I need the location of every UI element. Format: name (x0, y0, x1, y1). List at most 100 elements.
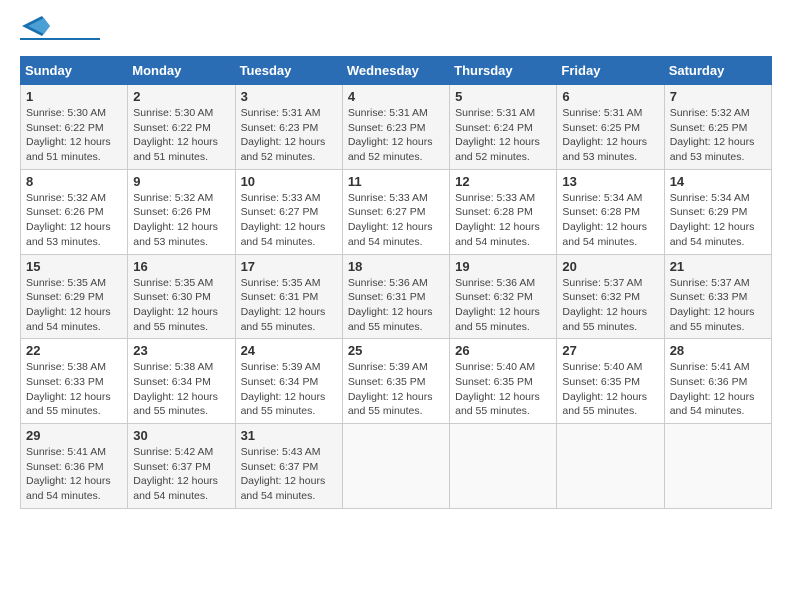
empty-day (557, 424, 664, 509)
day-number: 2 (133, 89, 229, 104)
calendar-week-1: 1Sunrise: 5:30 AM Sunset: 6:22 PM Daylig… (21, 85, 772, 170)
day-number: 7 (670, 89, 766, 104)
calendar-day-31: 31 Sunrise: 5:43 AM Sunset: 6:37 PM Dayli… (235, 424, 342, 509)
calendar-day-24: 24 Sunrise: 5:39 AM Sunset: 6:34 PM Dayli… (235, 339, 342, 424)
day-number: 8 (26, 174, 122, 189)
empty-day (342, 424, 449, 509)
calendar-day-28: 28Sunrise: 5:41 AM Sunset: 6:36 PM Dayli… (664, 339, 771, 424)
day-number: 20 (562, 259, 658, 274)
day-number: 17 (241, 259, 337, 274)
calendar-day-12: 12 Sunrise: 5:33 AM Sunset: 6:28 PM Dayli… (450, 169, 557, 254)
calendar-day-5: 5Sunrise: 5:31 AM Sunset: 6:24 PM Daylig… (450, 85, 557, 170)
logo (20, 20, 100, 40)
day-info: Sunrise: 5:34 AM Sunset: 6:29 PM Dayligh… (670, 191, 766, 250)
day-info: Sunrise: 5:31 AM Sunset: 6:23 PM Dayligh… (241, 106, 337, 165)
calendar-day-27: 27 Sunrise: 5:40 AM Sunset: 6:35 PM Dayli… (557, 339, 664, 424)
day-number: 9 (133, 174, 229, 189)
calendar-week-2: 8 Sunrise: 5:32 AM Sunset: 6:26 PM Daylig… (21, 169, 772, 254)
day-info: Sunrise: 5:36 AM Sunset: 6:31 PM Dayligh… (348, 276, 444, 335)
header-thursday: Thursday (450, 57, 557, 85)
day-info: Sunrise: 5:35 AM Sunset: 6:29 PM Dayligh… (26, 276, 122, 335)
day-number: 22 (26, 343, 122, 358)
day-info: Sunrise: 5:31 AM Sunset: 6:25 PM Dayligh… (562, 106, 658, 165)
day-info: Sunrise: 5:33 AM Sunset: 6:28 PM Dayligh… (455, 191, 551, 250)
day-info: Sunrise: 5:38 AM Sunset: 6:33 PM Dayligh… (26, 360, 122, 419)
day-info: Sunrise: 5:32 AM Sunset: 6:26 PM Dayligh… (26, 191, 122, 250)
calendar-day-15: 15Sunrise: 5:35 AM Sunset: 6:29 PM Dayli… (21, 254, 128, 339)
logo-icon (22, 16, 50, 36)
header-sunday: Sunday (21, 57, 128, 85)
calendar-header-row: SundayMondayTuesdayWednesdayThursdayFrid… (21, 57, 772, 85)
calendar-day-10: 10 Sunrise: 5:33 AM Sunset: 6:27 PM Dayli… (235, 169, 342, 254)
day-number: 16 (133, 259, 229, 274)
day-info: Sunrise: 5:31 AM Sunset: 6:23 PM Dayligh… (348, 106, 444, 165)
calendar-day-11: 11 Sunrise: 5:33 AM Sunset: 6:27 PM Dayli… (342, 169, 449, 254)
day-info: Sunrise: 5:37 AM Sunset: 6:32 PM Dayligh… (562, 276, 658, 335)
day-number: 3 (241, 89, 337, 104)
calendar-day-20: 20 Sunrise: 5:37 AM Sunset: 6:32 PM Dayli… (557, 254, 664, 339)
empty-day (450, 424, 557, 509)
header-saturday: Saturday (664, 57, 771, 85)
day-info: Sunrise: 5:39 AM Sunset: 6:35 PM Dayligh… (348, 360, 444, 419)
day-info: Sunrise: 5:33 AM Sunset: 6:27 PM Dayligh… (241, 191, 337, 250)
day-number: 4 (348, 89, 444, 104)
day-number: 21 (670, 259, 766, 274)
calendar-day-18: 18 Sunrise: 5:36 AM Sunset: 6:31 PM Dayli… (342, 254, 449, 339)
calendar-day-13: 13 Sunrise: 5:34 AM Sunset: 6:28 PM Dayli… (557, 169, 664, 254)
day-info: Sunrise: 5:36 AM Sunset: 6:32 PM Dayligh… (455, 276, 551, 335)
day-number: 23 (133, 343, 229, 358)
calendar-day-17: 17 Sunrise: 5:35 AM Sunset: 6:31 PM Dayli… (235, 254, 342, 339)
day-info: Sunrise: 5:43 AM Sunset: 6:37 PM Dayligh… (241, 445, 337, 504)
day-number: 31 (241, 428, 337, 443)
calendar-week-4: 22 Sunrise: 5:38 AM Sunset: 6:33 PM Dayli… (21, 339, 772, 424)
day-info: Sunrise: 5:42 AM Sunset: 6:37 PM Dayligh… (133, 445, 229, 504)
calendar-day-26: 26Sunrise: 5:40 AM Sunset: 6:35 PM Dayli… (450, 339, 557, 424)
day-number: 18 (348, 259, 444, 274)
header-tuesday: Tuesday (235, 57, 342, 85)
day-number: 29 (26, 428, 122, 443)
calendar-week-5: 29 Sunrise: 5:41 AM Sunset: 6:36 PM Dayli… (21, 424, 772, 509)
day-info: Sunrise: 5:32 AM Sunset: 6:26 PM Dayligh… (133, 191, 229, 250)
day-info: Sunrise: 5:30 AM Sunset: 6:22 PM Dayligh… (26, 106, 122, 165)
calendar-day-23: 23Sunrise: 5:38 AM Sunset: 6:34 PM Dayli… (128, 339, 235, 424)
calendar-day-14: 14 Sunrise: 5:34 AM Sunset: 6:29 PM Dayli… (664, 169, 771, 254)
calendar-day-7: 7 Sunrise: 5:32 AM Sunset: 6:25 PM Daylig… (664, 85, 771, 170)
day-info: Sunrise: 5:32 AM Sunset: 6:25 PM Dayligh… (670, 106, 766, 165)
day-number: 19 (455, 259, 551, 274)
calendar-day-22: 22 Sunrise: 5:38 AM Sunset: 6:33 PM Dayli… (21, 339, 128, 424)
calendar-day-8: 8 Sunrise: 5:32 AM Sunset: 6:26 PM Daylig… (21, 169, 128, 254)
header-friday: Friday (557, 57, 664, 85)
day-number: 6 (562, 89, 658, 104)
day-info: Sunrise: 5:33 AM Sunset: 6:27 PM Dayligh… (348, 191, 444, 250)
empty-day (664, 424, 771, 509)
calendar-day-9: 9 Sunrise: 5:32 AM Sunset: 6:26 PM Daylig… (128, 169, 235, 254)
day-info: Sunrise: 5:39 AM Sunset: 6:34 PM Dayligh… (241, 360, 337, 419)
day-number: 24 (241, 343, 337, 358)
day-info: Sunrise: 5:30 AM Sunset: 6:22 PM Dayligh… (133, 106, 229, 165)
day-info: Sunrise: 5:40 AM Sunset: 6:35 PM Dayligh… (562, 360, 658, 419)
header-wednesday: Wednesday (342, 57, 449, 85)
day-number: 10 (241, 174, 337, 189)
day-number: 14 (670, 174, 766, 189)
day-info: Sunrise: 5:31 AM Sunset: 6:24 PM Dayligh… (455, 106, 551, 165)
calendar-day-3: 3 Sunrise: 5:31 AM Sunset: 6:23 PM Daylig… (235, 85, 342, 170)
header-monday: Monday (128, 57, 235, 85)
calendar-table: SundayMondayTuesdayWednesdayThursdayFrid… (20, 56, 772, 509)
calendar-day-29: 29 Sunrise: 5:41 AM Sunset: 6:36 PM Dayli… (21, 424, 128, 509)
day-info: Sunrise: 5:40 AM Sunset: 6:35 PM Dayligh… (455, 360, 551, 419)
day-info: Sunrise: 5:34 AM Sunset: 6:28 PM Dayligh… (562, 191, 658, 250)
calendar-day-25: 25 Sunrise: 5:39 AM Sunset: 6:35 PM Dayli… (342, 339, 449, 424)
calendar-day-30: 30Sunrise: 5:42 AM Sunset: 6:37 PM Dayli… (128, 424, 235, 509)
day-number: 12 (455, 174, 551, 189)
calendar-day-21: 21Sunrise: 5:37 AM Sunset: 6:33 PM Dayli… (664, 254, 771, 339)
calendar-day-4: 4 Sunrise: 5:31 AM Sunset: 6:23 PM Daylig… (342, 85, 449, 170)
day-number: 25 (348, 343, 444, 358)
day-number: 27 (562, 343, 658, 358)
day-info: Sunrise: 5:41 AM Sunset: 6:36 PM Dayligh… (26, 445, 122, 504)
calendar-day-16: 16 Sunrise: 5:35 AM Sunset: 6:30 PM Dayli… (128, 254, 235, 339)
day-number: 13 (562, 174, 658, 189)
day-info: Sunrise: 5:35 AM Sunset: 6:31 PM Dayligh… (241, 276, 337, 335)
day-number: 11 (348, 174, 444, 189)
day-info: Sunrise: 5:35 AM Sunset: 6:30 PM Dayligh… (133, 276, 229, 335)
day-number: 28 (670, 343, 766, 358)
